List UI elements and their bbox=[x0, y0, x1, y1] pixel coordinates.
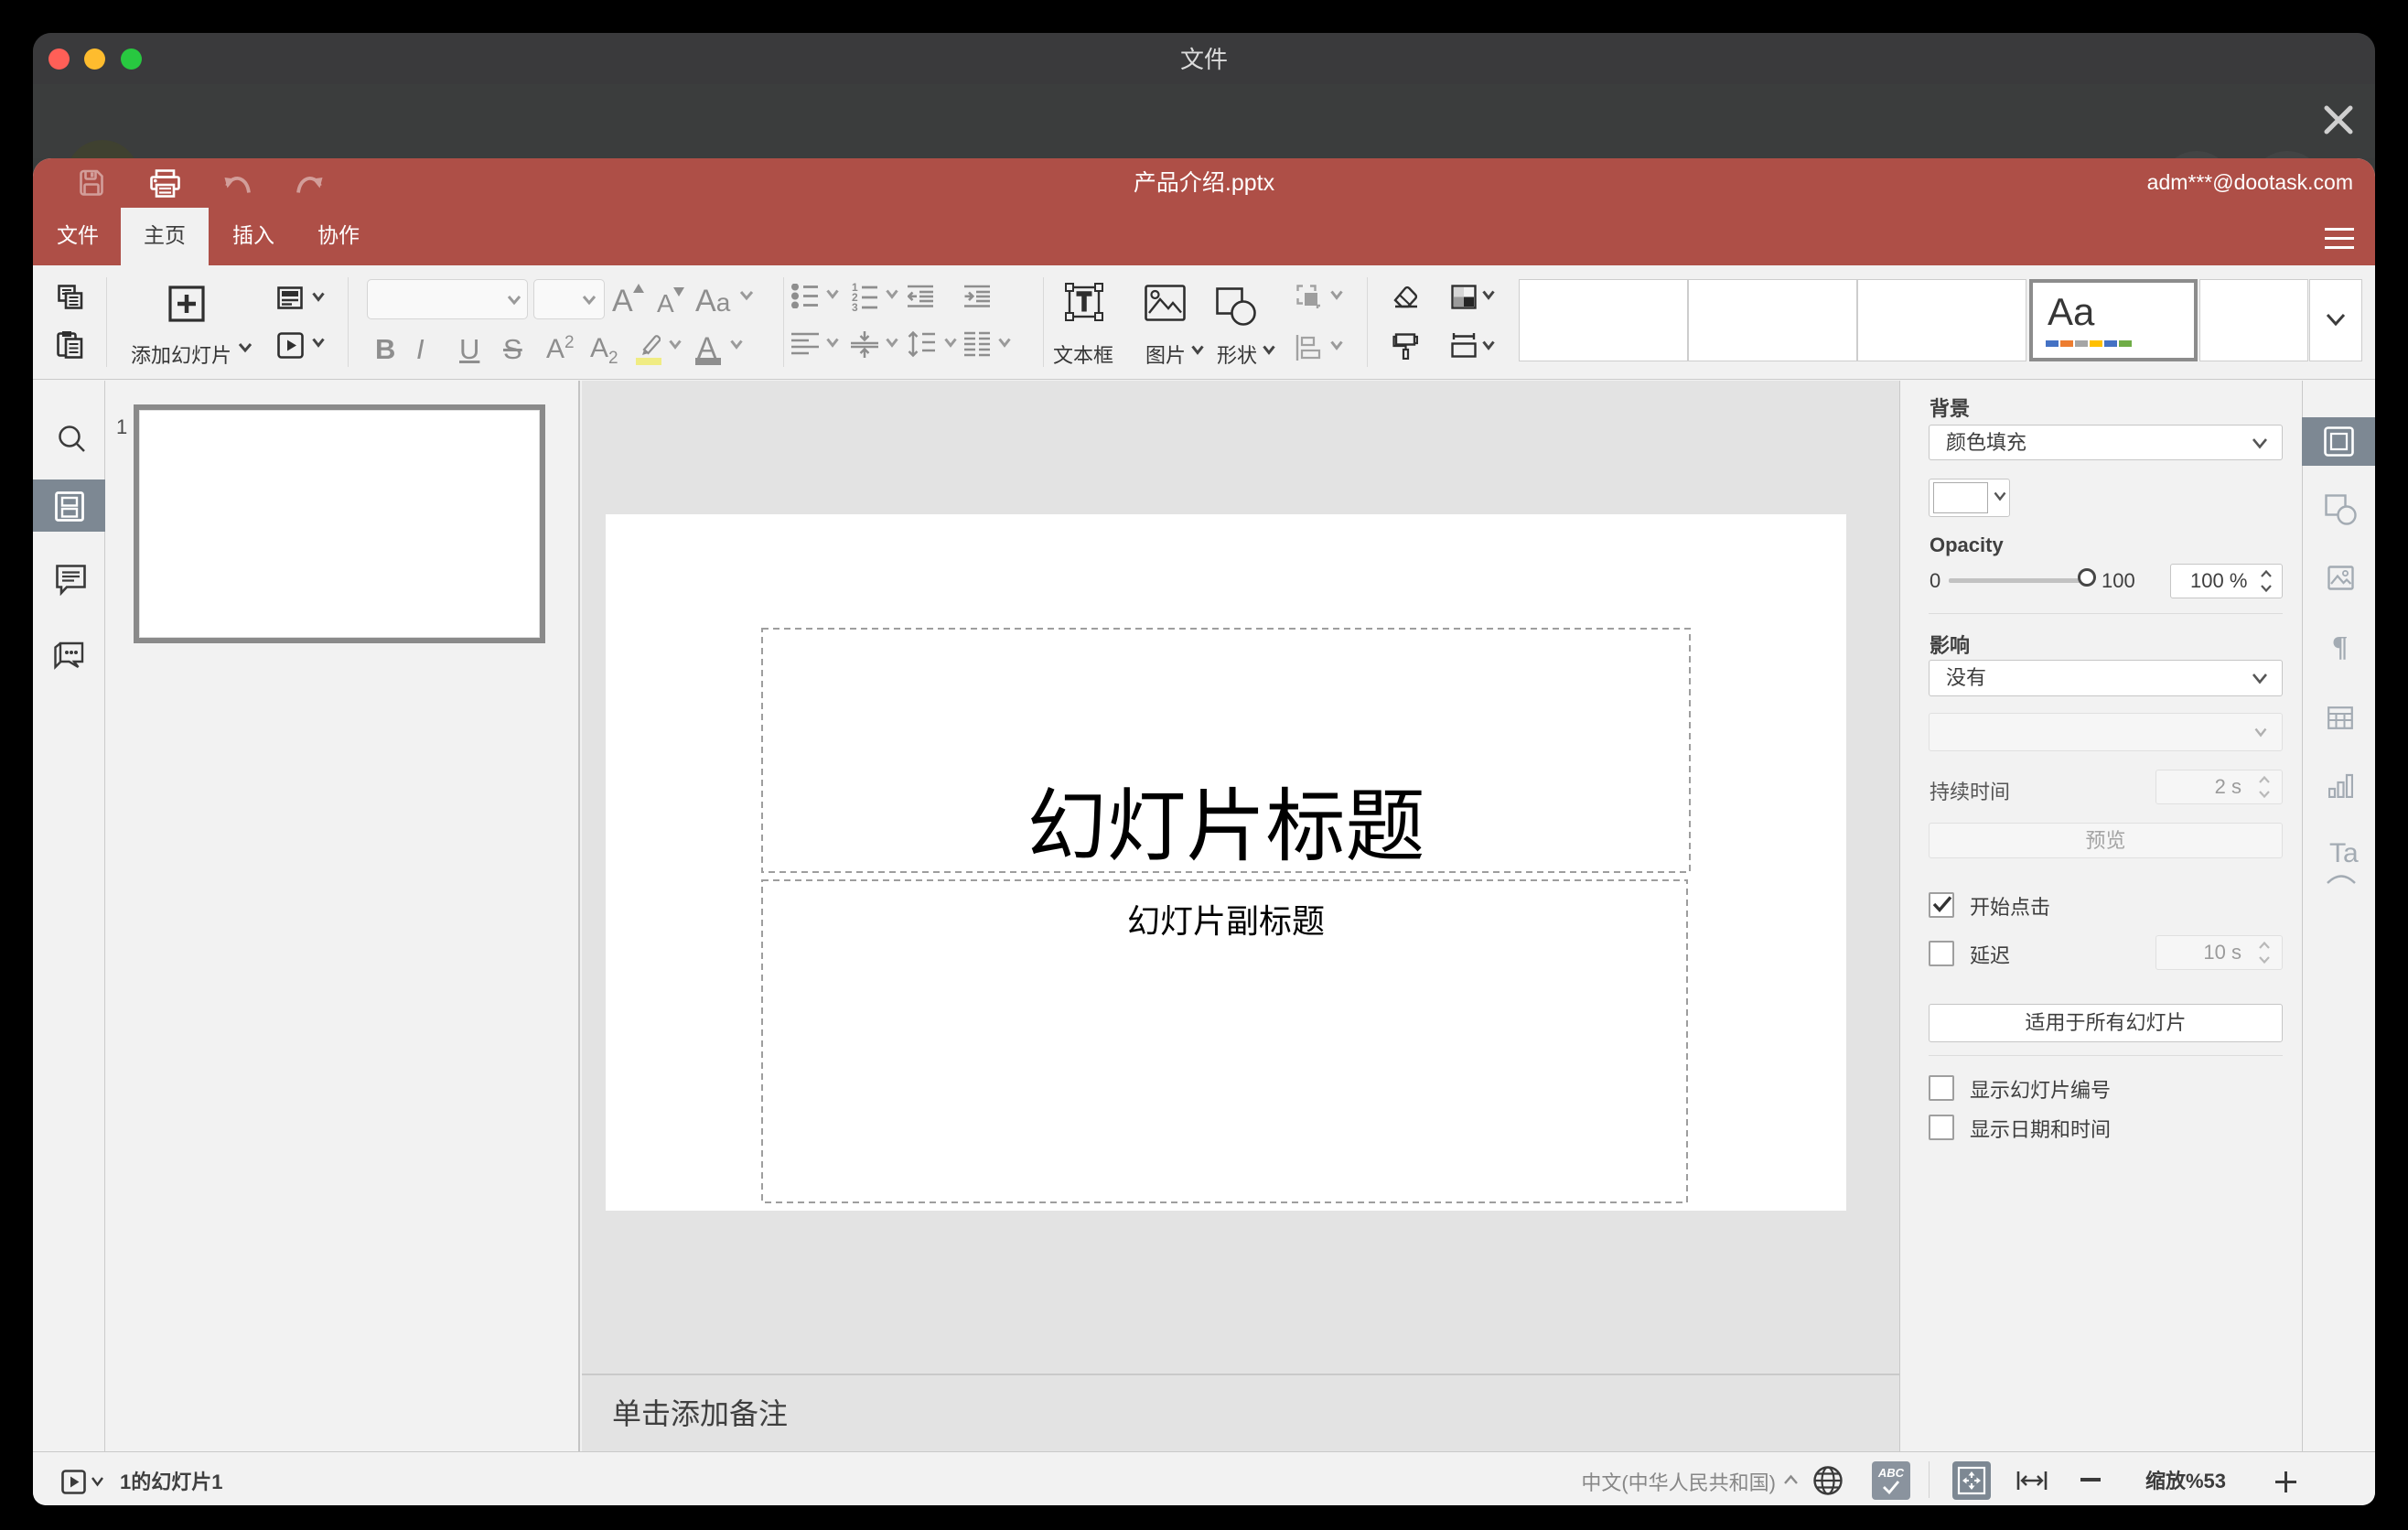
svg-text:3: 3 bbox=[852, 301, 858, 311]
